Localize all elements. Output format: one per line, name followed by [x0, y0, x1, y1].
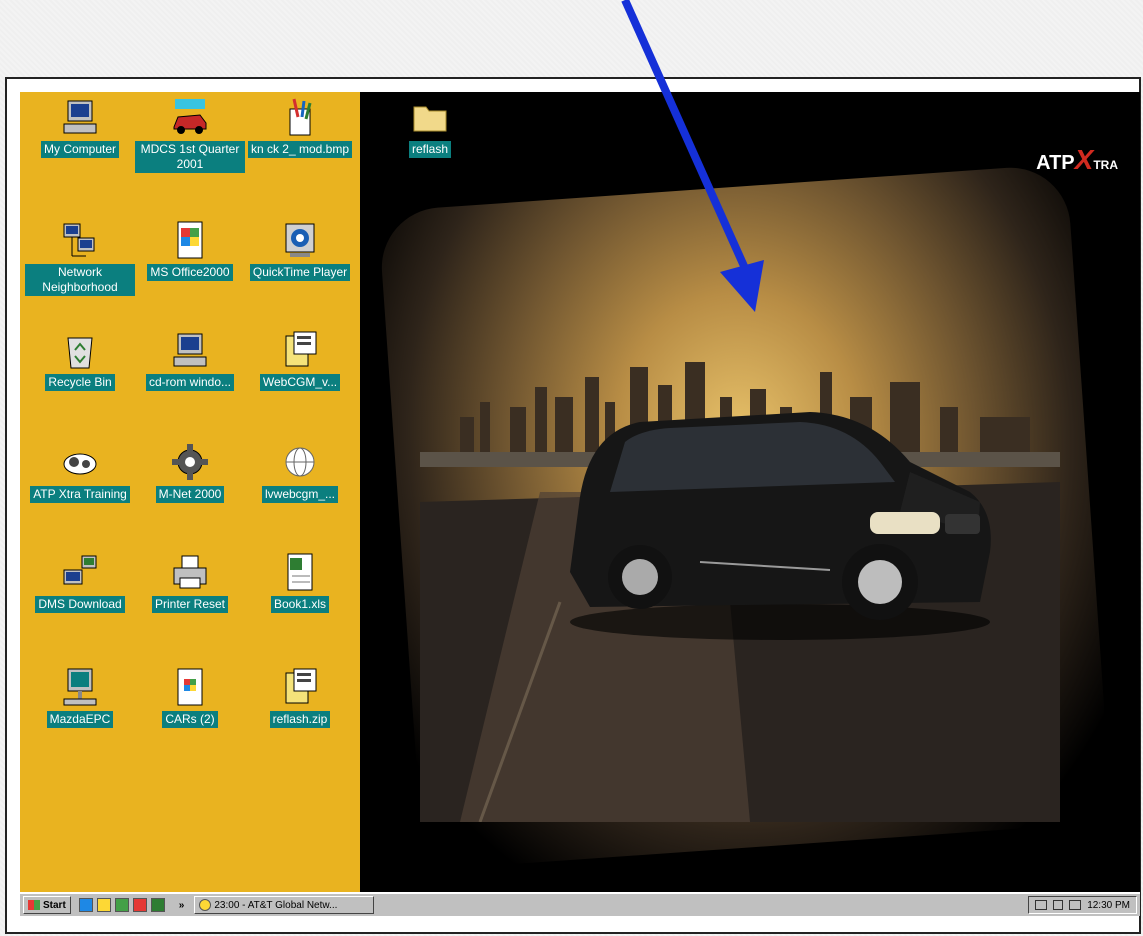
icon-label: reflash — [408, 141, 452, 158]
training-icon — [63, 453, 97, 475]
desktop-icon[interactable] — [96, 898, 111, 912]
desktop-icon-my-computer[interactable]: My Computer — [25, 97, 135, 158]
network-tray-icon[interactable] — [1035, 900, 1048, 910]
taskbar: Start » 23:00 - AT&T Global Netw... 12:3… — [20, 892, 1140, 916]
desktop-icon-dms-download[interactable]: DMS Download — [25, 552, 135, 613]
icon-label: M-Net 2000 — [155, 486, 225, 503]
volume-tray-icon[interactable] — [1053, 900, 1064, 910]
att-globe-icon — [199, 899, 212, 911]
desktop-icon-reflash-zip[interactable]: reflash.zip — [245, 667, 355, 728]
icon-label: Network Neighborhood — [25, 264, 135, 296]
icon-label: Recycle Bin — [45, 374, 115, 391]
desktop-icon-printer-reset[interactable]: Printer Reset — [135, 552, 245, 613]
folder-icon — [413, 106, 447, 132]
icon-label: Book1.xls — [270, 596, 330, 613]
icon-label: ATP Xtra Training — [30, 486, 130, 503]
desktop-icon-mdcs[interactable]: MDCS 1st Quarter 2001 — [135, 97, 245, 173]
desktop-icon-recycle-bin[interactable]: Recycle Bin — [25, 330, 135, 391]
desktop-icon-webcgm[interactable]: WebCGM_v... — [245, 330, 355, 391]
start-button[interactable]: Start — [23, 896, 71, 914]
outlook-icon[interactable] — [114, 898, 129, 912]
desktop-icon-m-net[interactable]: M-Net 2000 — [135, 442, 245, 503]
excel-icon[interactable] — [150, 898, 165, 912]
icon-label: MazdaEPC — [46, 711, 114, 728]
excel-icon — [287, 553, 313, 591]
icon-label: MDCS 1st Quarter 2001 — [135, 141, 245, 173]
desktop-icon-quicktime[interactable]: QuickTime Player — [245, 220, 355, 281]
paint-bitmap-icon — [289, 98, 312, 136]
desktop-icon-cars[interactable]: CARs (2) — [135, 667, 245, 728]
word-icon[interactable] — [132, 898, 147, 912]
icon-label: DMS Download — [35, 596, 125, 613]
zip-archive-icon — [285, 668, 317, 704]
clock[interactable]: 12:30 PM — [1087, 900, 1130, 911]
desktop-icon-lvwebcgm[interactable]: lvwebcgm_... — [245, 442, 355, 503]
desktop-icon-atp-xtra-training[interactable]: ATP Xtra Training — [25, 442, 135, 503]
quick-launch — [78, 898, 165, 912]
icon-label: My Computer — [40, 141, 120, 158]
mdcs-car-icon — [173, 99, 207, 134]
document-icon — [177, 668, 203, 706]
desktop-icon-mazda-epc[interactable]: MazdaEPC — [25, 667, 135, 728]
icon-label: reflash.zip — [269, 711, 331, 728]
icon-label: Printer Reset — [151, 596, 229, 613]
task-att-global-network[interactable]: 23:00 - AT&T Global Netw... — [194, 896, 375, 914]
icon-label: cd-rom windo... — [145, 374, 235, 391]
desktop-icon-bitmap[interactable]: kn ck 2_ mod.bmp — [245, 97, 355, 158]
windows-logo-icon — [28, 900, 40, 910]
desktop[interactable]: ATPXTRA My Computer MDCS 1st Quarter 200… — [20, 92, 1140, 892]
icon-label: kn ck 2_ mod.bmp — [247, 141, 353, 158]
network-download-icon — [63, 555, 97, 585]
icon-label: WebCGM_v... — [259, 374, 341, 391]
network-icon — [63, 223, 95, 257]
office-icon — [177, 221, 203, 259]
archive-icon — [285, 331, 317, 367]
icon-label: lvwebcgm_... — [261, 486, 339, 503]
globe-icon — [285, 447, 315, 477]
desktop-icon-cdrom[interactable]: cd-rom windo... — [135, 330, 245, 391]
connection-tray-icon[interactable] — [1069, 900, 1082, 910]
system-tray: 12:30 PM — [1028, 896, 1137, 914]
browser-icon[interactable] — [78, 898, 93, 912]
atp-xtra-logo: ATPXTRA — [1036, 144, 1118, 175]
minivan-image — [570, 412, 991, 640]
quick-launch-chevron[interactable]: » — [179, 900, 185, 911]
quicktime-icon — [285, 223, 315, 257]
computer-icon — [63, 100, 97, 134]
icon-label: CARs (2) — [162, 711, 218, 728]
desktop-icon-network[interactable]: Network Neighborhood — [25, 220, 135, 296]
desktop-icon-book1-xls[interactable]: Book1.xls — [245, 552, 355, 613]
printer-icon — [173, 555, 207, 589]
desktop-icon-reflash-folder[interactable]: reflash — [375, 97, 485, 158]
terminal-icon — [63, 668, 97, 706]
wallpaper: ATPXTRA — [360, 92, 1140, 892]
recycle-bin-icon — [67, 337, 93, 369]
icon-label: QuickTime Player — [249, 264, 351, 281]
cdrom-computer-icon — [173, 333, 207, 367]
gear-icon — [172, 444, 208, 480]
desktop-icon-ms-office[interactable]: MS Office2000 — [135, 220, 245, 281]
icon-label: MS Office2000 — [147, 264, 233, 281]
